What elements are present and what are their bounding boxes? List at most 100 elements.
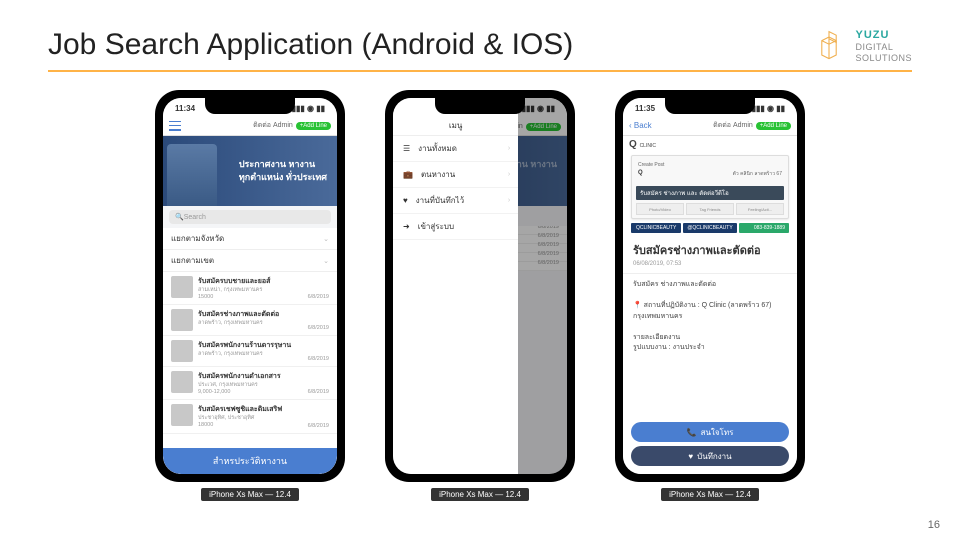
drawer-item-login[interactable]: ➜ เข้าสู่ระบบ	[393, 214, 518, 240]
interest-call-button[interactable]: 📞 สนใจโทร	[631, 422, 789, 442]
job-title: รับสมัครเชฟซูชิและดิมเสริฟ	[198, 404, 329, 415]
card-mini-photo: Photo/Video	[636, 203, 684, 215]
job-thumb	[171, 404, 193, 426]
filter-province[interactable]: แยกตามจังหวัด ⌄	[163, 228, 337, 250]
phone-icon: 📞	[687, 428, 697, 437]
drawer-item-all-jobs[interactable]: ☰งานทั้งหมด›	[393, 136, 518, 162]
logo-brand: YUZU	[855, 29, 912, 42]
divider	[48, 70, 912, 72]
job-thumb	[171, 309, 193, 331]
briefcase-icon: 💼	[403, 170, 413, 179]
list-item[interactable]: รับสมัครบบชายและยอส์สามเหน่า, กรุงเทพมหา…	[163, 272, 337, 305]
job-sub: ประชาอุทิศ, ประชาอุทิศ	[198, 415, 329, 422]
job-detail-title: รับสมัครช่างภาพและตัดต่อ	[623, 235, 797, 261]
add-line-button[interactable]: +Add Line	[756, 122, 791, 130]
job-thumb	[171, 340, 193, 362]
brand-logo: YUZU DIGITALSOLUTIONS	[811, 28, 912, 64]
save-job-button[interactable]: ♥ บันทึกงาน	[631, 446, 789, 466]
logo-sub: DIGITALSOLUTIONS	[855, 42, 912, 64]
status-time: 11:35	[635, 104, 655, 113]
yuzu-logo-icon	[811, 28, 847, 64]
card-top-label: Create Post	[638, 162, 664, 168]
filter-province-label: แยกตามจังหวัด	[171, 232, 224, 245]
card-mini-tag: Tag Friends	[686, 203, 734, 215]
nav-bar: ‹ Back ติดต่อ Admin+Add Line	[623, 116, 797, 136]
job-date: 6/8/2019	[308, 325, 329, 331]
pin-icon: 📍	[633, 302, 642, 309]
heart-icon: ♥	[403, 196, 408, 205]
nav-bar: ติดต่อ Admin+Add Line	[163, 116, 337, 136]
device-label: iPhone Xs Max — 12.4	[431, 488, 529, 501]
job-date: 6/8/2019	[308, 356, 329, 362]
heart-icon: ♥	[688, 452, 693, 461]
job-detail-date: 06/08/2019, 07:53	[623, 261, 797, 274]
interest-label: สนใจโทร	[701, 426, 734, 439]
job-date: 6/8/2019	[308, 389, 329, 395]
phone-mockup-3: 11:35 ▮▮▮ ◉ ▮▮ ‹ Back ติดต่อ Admin+Add Li…	[615, 90, 805, 482]
search-input[interactable]: 🔍 Search	[169, 210, 331, 224]
save-label: บันทึกงาน	[697, 450, 732, 463]
tag-phone: 083-839-1889	[739, 223, 789, 233]
detail-label: รายละเอียดงาน	[633, 333, 787, 344]
card-mini-feeling: Feeling/Acti...	[736, 203, 784, 215]
drawer-item-label: เข้าสู่ระบบ	[418, 220, 454, 233]
hero-image	[167, 144, 217, 206]
search-placeholder: Search	[184, 214, 206, 221]
drawer-item-label: งานที่บันทึกไว้	[416, 194, 464, 207]
status-time: 11:34	[175, 104, 195, 113]
chevron-right-icon: ›	[508, 171, 510, 178]
job-detail-body: รับสมัคร ช่างภาพและตัดต่อ 📍 สถานที่ปฏิบั…	[623, 274, 797, 360]
tag-ig: @QCLINICBEAUTY	[683, 223, 736, 233]
drawer-item-jobseeker[interactable]: 💼 ตนหางาน ›	[393, 162, 518, 188]
login-icon: ➜	[403, 222, 410, 231]
add-line-button[interactable]: +Add Line	[296, 122, 331, 130]
drawer-item-label: งานทั้งหมด	[418, 142, 457, 155]
filter-district[interactable]: แยกตามเขต ⌄	[163, 250, 337, 272]
job-date: 6/8/2019	[308, 423, 329, 429]
social-tags: QCLINICBEAUTY @QCLINICBEAUTY 083-839-188…	[623, 221, 797, 235]
list-item[interactable]: รับสมัครพนักงานร้านดารรุษานลาดพร้าว, กรุ…	[163, 336, 337, 367]
phone-mockup-1: 11:34 ▮▮▮ ◉ ▮▮ ติดต่อ Admin+Add Line ประ…	[155, 90, 345, 482]
job-thumb	[171, 276, 193, 298]
chevron-down-icon: ⌄	[323, 235, 329, 243]
card-badge: ตัว คลินิก ลาดพร้าว 67	[733, 170, 782, 178]
hero-line-1: ประกาศงาน หางาน	[239, 158, 327, 171]
back-button[interactable]: ‹ Back	[629, 121, 652, 130]
job-list: รับสมัครบบชายและยอส์สามเหน่า, กรุงเทพมหา…	[163, 272, 337, 474]
detail-location: สถานที่ปฏิบัติงาน : Q Clinic (ลาดพร้าว 6…	[633, 302, 771, 320]
detail-line1: รับสมัคร ช่างภาพและตัดต่อ	[633, 280, 787, 291]
phone-mockup-2: 11:35▮▮▮ ◉ ▮▮ Admin+Add Line ประกาศงาน ห…	[385, 90, 575, 482]
device-label: iPhone Xs Max — 12.4	[661, 488, 759, 501]
page-number: 16	[928, 519, 940, 531]
job-title: รับสมัครพนักงานร้านดารรุษาน	[198, 340, 329, 351]
job-title: รับสมัครบบชายและยอส์	[198, 276, 329, 287]
chevron-right-icon: ›	[508, 197, 510, 204]
job-card-image: Create Post Q ตัว คลินิก ลาดพร้าว 67 รับ…	[631, 155, 789, 219]
card-q-icon: Q	[638, 170, 643, 176]
hero-line-2: ทุกตำแหน่ง ทั่วประเทศ	[239, 171, 327, 184]
side-drawer: เมนู ☰งานทั้งหมด› 💼ตนหางาน› ♥งานที่บันทึ…	[393, 98, 518, 474]
job-sub: ประเวศ, กรุงเทพมหานคร	[198, 382, 329, 389]
tag-fb: QCLINICBEAUTY	[631, 223, 681, 233]
chevron-down-icon: ⌄	[323, 257, 329, 265]
card-headline: รับสมัคร ช่างภาพ และ ตัดต่อวีดีโอ	[636, 186, 784, 200]
list-item[interactable]: รับสมัครพนักงานดำเอกสารประเวศ, กรุงเทพมห…	[163, 367, 337, 400]
drawer-item-label: ตนหางาน	[421, 168, 455, 181]
drawer-item-saved[interactable]: ♥ งานที่บันทึกไว้ ›	[393, 188, 518, 214]
menu-icon[interactable]	[169, 121, 181, 131]
company-logo: Q CLINIC	[623, 136, 797, 153]
slide-title: Job Search Application (Android & IOS)	[48, 28, 573, 62]
status-icons: ▮▮▮ ◉ ▮▮	[292, 104, 325, 113]
list-icon: ☰	[403, 144, 410, 153]
status-icons: ▮▮▮ ◉ ▮▮	[752, 104, 785, 113]
list-item[interactable]: รับสมัครเชฟซูชิและดิมเสริฟประชาอุทิศ, ปร…	[163, 400, 337, 433]
filter-district-label: แยกตามเขต	[171, 254, 214, 267]
job-title: รับสมัครพนักงานดำเอกสาร	[198, 371, 329, 382]
device-label: iPhone Xs Max — 12.4	[201, 488, 299, 501]
job-date: 6/8/2019	[308, 294, 329, 300]
list-item[interactable]: รับสมัครช่างภาพและตัดต่อลาดพร้าว, กรุงเท…	[163, 305, 337, 336]
my-history-button[interactable]: สำหรประวัติหางาน	[163, 448, 337, 474]
job-title: รับสมัครช่างภาพและตัดต่อ	[198, 309, 329, 320]
back-label: Back	[634, 121, 652, 130]
contact-admin-label: ติดต่อ Admin	[713, 122, 753, 129]
